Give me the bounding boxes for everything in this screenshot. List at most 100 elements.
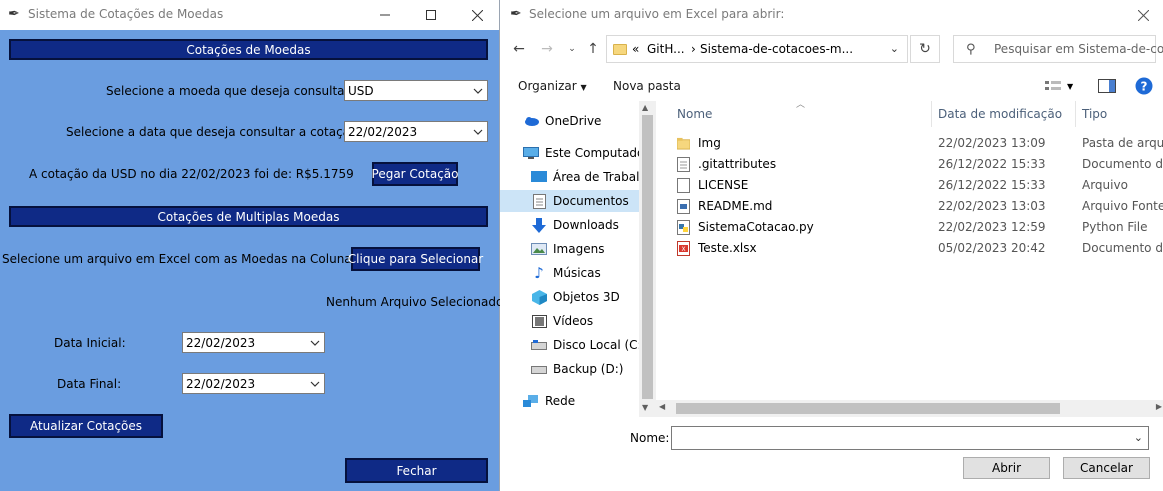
nav-item-backup[interactable]: Backup (D:) [500, 358, 639, 380]
open-button[interactable]: Abrir [963, 457, 1050, 479]
currency-label: Selecione a moeda que deseja consultar: [106, 84, 354, 98]
nav-item-local-disk[interactable]: Disco Local (C:) [500, 334, 646, 356]
file-list-hscrollbar[interactable]: ◀ ▶ [656, 400, 1163, 417]
column-header-name[interactable]: Nome [677, 107, 712, 121]
file-type: Arquivo [1082, 178, 1128, 192]
nav-item-3d-objects[interactable]: Objetos 3D [500, 286, 639, 308]
date-value: 22/02/2023 [348, 124, 418, 139]
arrow-left-icon: ← [513, 41, 525, 57]
get-quote-button[interactable]: Pegar Cotação [372, 162, 459, 186]
file-type: Documento de Texto [1082, 157, 1163, 171]
recent-locations-button[interactable]: ⌄ [562, 39, 582, 59]
preview-pane-icon[interactable] [1098, 79, 1116, 93]
nav-label: Rede [545, 394, 576, 408]
scroll-down-icon[interactable]: ▼ [642, 403, 648, 412]
file-type: Python File [1082, 220, 1148, 234]
close-icon [1137, 9, 1149, 21]
breadcrumb-overflow[interactable]: « [632, 42, 639, 56]
nav-item-images[interactable]: Imagens [500, 238, 639, 260]
new-folder-button[interactable]: Nova pasta [613, 79, 681, 93]
organize-menu[interactable]: Organizar ▼ [518, 79, 587, 93]
file-name: SistemaCotacao.py [698, 220, 814, 234]
search-placeholder: Pesquisar em Sistema-de-co... [994, 42, 1163, 56]
nav-item-documents[interactable]: Documentos [500, 190, 639, 212]
file-name: README.md [698, 199, 773, 213]
file-row-readme[interactable]: README.md 22/02/2023 13:03 Arquivo Fonte… [665, 196, 1163, 217]
caret-down-icon: ▼ [580, 83, 587, 92]
select-file-button[interactable]: Clique para Selecionar [348, 247, 483, 271]
file-row-teste-xlsx[interactable]: X Teste.xlsx 05/02/2023 20:42 Documento … [665, 238, 1163, 259]
up-button[interactable]: ↑ [583, 39, 603, 59]
file-row-license[interactable]: LICENSE 26/12/2022 15:33 Arquivo [665, 175, 1163, 196]
navigation-scrollbar[interactable]: ▲ ▼ [639, 101, 656, 417]
view-options-button[interactable]: ▼ [1045, 80, 1073, 92]
breadcrumb-github[interactable]: GitH... [647, 42, 685, 56]
file-row-gitattributes[interactable]: .gitattributes 26/12/2022 15:33 Document… [665, 154, 1163, 175]
dialog-title: Selecione um arquivo em Excel para abrir… [529, 7, 785, 21]
maximize-button[interactable] [408, 0, 454, 30]
cancel-button[interactable]: Cancelar [1063, 457, 1150, 479]
help-icon[interactable]: ? [1135, 77, 1153, 95]
scroll-right-icon[interactable]: ▶ [1156, 402, 1162, 411]
scroll-left-icon[interactable]: ◀ [659, 402, 665, 411]
markdown-file-icon [677, 199, 690, 214]
close-button[interactable] [454, 0, 500, 30]
dialog-close-button[interactable] [1123, 0, 1163, 30]
refresh-button[interactable]: ↻ [910, 35, 940, 63]
file-icon [677, 178, 690, 193]
column-header-type[interactable]: Tipo [1082, 107, 1107, 121]
file-type: Pasta de arquivos [1082, 136, 1163, 150]
address-bar[interactable]: « GitH... › Sistema-de-cotacoes-m... ⌄ [606, 35, 908, 63]
end-date-picker[interactable]: 22/02/2023 [182, 373, 325, 394]
section-header-multiple: Cotações de Multiplas Moedas [9, 206, 488, 227]
quote-result-text: A cotação da USD no dia 22/02/2023 foi d… [29, 167, 354, 181]
scroll-up-icon[interactable]: ▲ [642, 103, 648, 112]
file-type: Arquivo Fonte Markdown [1082, 199, 1163, 213]
nav-item-network[interactable]: Rede [500, 390, 639, 412]
file-row-img[interactable]: Img 22/02/2023 13:09 Pasta de arquivos [665, 133, 1163, 154]
update-quotes-button[interactable]: Atualizar Cotações [9, 414, 163, 438]
nav-item-downloads[interactable]: Downloads [500, 214, 639, 236]
currency-app-window: ✒ Sistema de Cotações de Moedas Cotações… [0, 0, 503, 491]
nav-item-onedrive[interactable]: OneDrive [500, 110, 639, 132]
drive-icon [531, 362, 547, 376]
nav-item-videos[interactable]: Vídeos [500, 310, 639, 332]
chevron-down-icon [473, 88, 483, 94]
file-row-sistemacotacao[interactable]: SistemaCotacao.py 22/02/2023 12:59 Pytho… [665, 217, 1163, 238]
date-picker[interactable]: 22/02/2023 [344, 121, 488, 142]
file-date: 05/02/2023 20:42 [938, 241, 1046, 255]
filename-input[interactable]: ⌄ [671, 426, 1149, 450]
refresh-icon: ↻ [919, 41, 931, 57]
nav-label: Backup (D:) [553, 362, 624, 376]
nav-item-desktop[interactable]: Área de Trabalho [500, 166, 654, 188]
close-app-button[interactable]: Fechar [345, 458, 488, 483]
feather-icon: ✒ [510, 6, 522, 22]
nav-label: Downloads [553, 218, 619, 232]
scrollbar-thumb[interactable] [676, 403, 1060, 414]
file-name: Img [698, 136, 721, 150]
chevron-down-icon[interactable]: ⌄ [1134, 431, 1143, 444]
search-input[interactable]: ⚲ Pesquisar em Sistema-de-co... [953, 35, 1163, 63]
minimize-button[interactable] [362, 0, 408, 30]
column-divider[interactable] [1075, 101, 1076, 127]
column-divider[interactable] [931, 101, 932, 127]
nav-item-music[interactable]: ♪ Músicas [500, 262, 639, 284]
caret-down-icon: ▼ [1067, 81, 1074, 91]
end-date-label: Data Final: [57, 377, 122, 391]
text-file-icon [677, 157, 690, 172]
start-date-picker[interactable]: 22/02/2023 [182, 332, 325, 353]
chevron-down-icon[interactable]: ⌄ [890, 42, 899, 55]
scrollbar-thumb[interactable] [642, 115, 653, 399]
currency-combobox[interactable]: USD [344, 80, 488, 101]
download-icon [531, 217, 547, 233]
file-open-dialog: ✒ Selecione um arquivo em Excel para abr… [500, 0, 1163, 491]
forward-button[interactable]: → [537, 39, 557, 59]
nav-item-this-pc[interactable]: Este Computador [500, 142, 649, 164]
back-button[interactable]: ← [509, 39, 529, 59]
chevron-down-icon [310, 340, 320, 346]
column-header-date[interactable]: Data de modificação [938, 107, 1062, 121]
breadcrumb-project[interactable]: Sistema-de-cotacoes-m... [700, 42, 853, 56]
feather-icon: ✒ [8, 6, 20, 22]
filename-label: Nome: [630, 431, 670, 445]
documents-icon [531, 193, 547, 209]
